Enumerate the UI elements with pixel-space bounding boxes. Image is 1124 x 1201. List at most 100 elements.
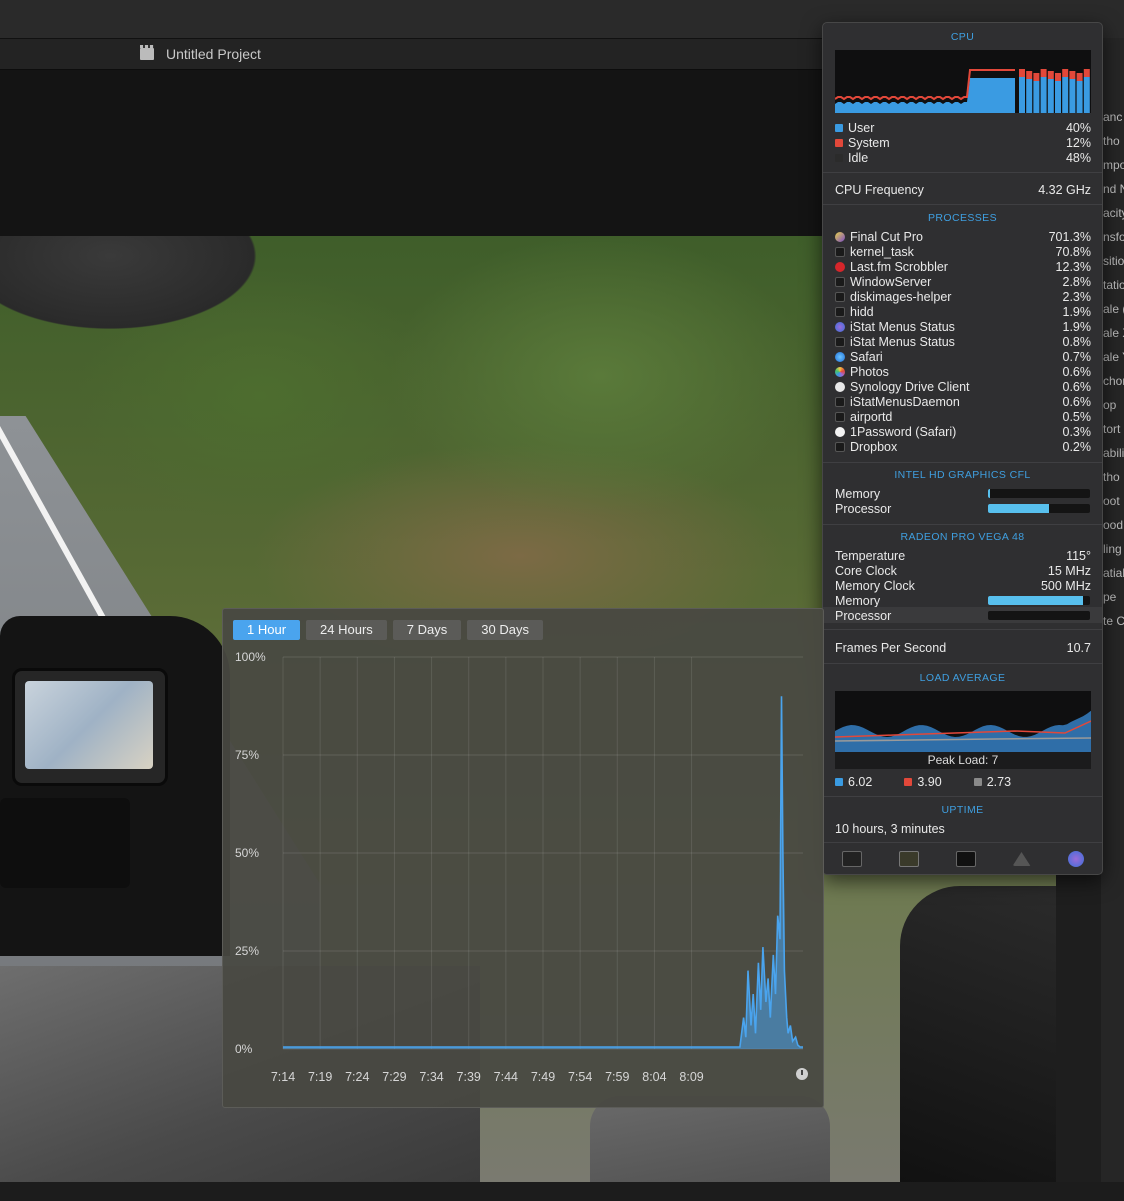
process-cpu-value: 0.8% bbox=[1062, 334, 1092, 349]
divider bbox=[823, 796, 1102, 797]
process-name: Safari bbox=[850, 349, 883, 364]
process-name: Dropbox bbox=[850, 439, 898, 454]
load-1min-swatch bbox=[835, 777, 843, 786]
divider bbox=[823, 629, 1102, 630]
load-15min-value: 2.73 bbox=[986, 774, 1012, 789]
process-row[interactable]: 1Password (Safari) 0.3% bbox=[835, 424, 1091, 439]
process-name: 1Password (Safari) bbox=[850, 424, 957, 439]
inspector-label: oot bbox=[1103, 494, 1120, 508]
process-cpu-value: 1.9% bbox=[1062, 319, 1092, 334]
radeon-processor-bar bbox=[988, 611, 1090, 620]
inspector-label: op bbox=[1103, 398, 1117, 412]
bottom-bar bbox=[0, 1182, 1124, 1201]
project-header[interactable]: Untitled Project bbox=[140, 45, 261, 62]
divider bbox=[823, 172, 1102, 173]
generic-process-icon bbox=[835, 411, 845, 422]
inspector-label: ood bbox=[1103, 518, 1124, 532]
process-row[interactable]: kernel_task 70.8% bbox=[835, 244, 1091, 259]
process-row[interactable]: hidd 1.9% bbox=[835, 304, 1091, 319]
process-row[interactable]: Final Cut Pro 701.3% bbox=[835, 229, 1091, 244]
cpu-frequency-label: CPU Frequency bbox=[835, 182, 924, 197]
inspector-label: ale Y bbox=[1103, 350, 1124, 364]
process-row[interactable]: Synology Drive Client 0.6% bbox=[835, 379, 1091, 394]
cpu-legend-user: User 40% bbox=[835, 120, 1091, 135]
process-name: Synology Drive Client bbox=[850, 379, 970, 394]
gps-unit bbox=[12, 668, 168, 786]
process-row[interactable]: Photos 0.6% bbox=[835, 364, 1091, 379]
process-row[interactable]: Dropbox 0.2% bbox=[835, 439, 1091, 454]
temperature-label: Temperature bbox=[835, 548, 906, 563]
cpu-core-system-bar bbox=[1033, 73, 1040, 81]
istat-settings-icon[interactable] bbox=[1067, 851, 1084, 867]
peak-load-label: Peak Load: 7 bbox=[835, 752, 1091, 769]
process-row[interactable]: iStat Menus Status 1.9% bbox=[835, 319, 1091, 334]
intel-processor-fill bbox=[988, 504, 1050, 513]
intel-processor-label: Processor bbox=[835, 501, 892, 516]
process-row[interactable]: Last.fm Scrobbler 12.3% bbox=[835, 259, 1091, 274]
process-row[interactable]: iStat Menus Status 0.8% bbox=[835, 334, 1091, 349]
process-cpu-value: 70.8% bbox=[1055, 244, 1091, 259]
generic-process-icon bbox=[835, 291, 845, 302]
legend-value: 40% bbox=[1065, 120, 1091, 135]
inspector-label: tho bbox=[1103, 470, 1120, 484]
process-row[interactable]: Safari 0.7% bbox=[835, 349, 1091, 364]
cpu-usage-graph bbox=[835, 50, 1091, 113]
cpu-core-bar bbox=[1033, 81, 1040, 113]
inspector-label: tho bbox=[1103, 134, 1120, 148]
radeon-processor-label: Processor bbox=[835, 608, 892, 623]
activity-monitor-icon[interactable] bbox=[841, 851, 862, 867]
inspector-label: mpo bbox=[1103, 158, 1124, 172]
intel-memory-label: Memory bbox=[835, 486, 881, 501]
divider bbox=[823, 462, 1102, 463]
process-name: Photos bbox=[850, 364, 889, 379]
legend-value: 48% bbox=[1065, 150, 1091, 165]
load-1min-value: 6.02 bbox=[848, 774, 873, 789]
process-cpu-value: 0.6% bbox=[1062, 364, 1092, 379]
load-average-title: LOAD AVERAGE bbox=[919, 672, 1006, 684]
process-cpu-value: 2.3% bbox=[1062, 289, 1092, 304]
memory-clock-label: Memory Clock bbox=[835, 578, 915, 593]
process-row[interactable]: WindowServer 2.8% bbox=[835, 274, 1091, 289]
process-name: WindowServer bbox=[850, 274, 932, 289]
istat-toolbar bbox=[823, 842, 1102, 875]
inspector-label: anc bbox=[1103, 110, 1123, 124]
generic-process-icon bbox=[835, 336, 845, 347]
system-swatch bbox=[835, 138, 843, 147]
synology-icon bbox=[835, 381, 845, 392]
cpu-history-window: 1 Hour 24 Hours 7 Days 30 Days 100% 75% 50… bbox=[222, 608, 824, 1108]
inspector-label: te C bbox=[1103, 614, 1124, 628]
legend-label: User bbox=[848, 120, 875, 135]
inspector-label: atial bbox=[1103, 566, 1124, 580]
inspector-label: acity bbox=[1103, 206, 1124, 220]
cpu-core-system-bar bbox=[1069, 71, 1076, 79]
cpu-frequency-value: 4.32 GHz bbox=[1038, 182, 1091, 197]
cpu-history-plot bbox=[282, 656, 803, 1050]
generic-process-icon bbox=[835, 276, 845, 287]
viewer-background bbox=[0, 70, 822, 236]
process-row[interactable]: diskimages-helper 2.3% bbox=[835, 289, 1091, 304]
inspector-label: chor bbox=[1103, 374, 1124, 388]
cpu-core-system-bar bbox=[1062, 69, 1069, 77]
inspector-strip: anc tho mpo nd N acity nsfo sitio tatio ale (ale… bbox=[1101, 38, 1124, 1201]
process-row[interactable]: airportd 0.5% bbox=[835, 409, 1091, 424]
inspector-label: nd N bbox=[1103, 182, 1124, 196]
fps-row: Frames Per Second 10.7 bbox=[835, 640, 1091, 655]
intel-memory-fill bbox=[988, 489, 991, 498]
fps-label: Frames Per Second bbox=[835, 640, 947, 655]
console-icon[interactable] bbox=[898, 851, 919, 867]
process-row[interactable]: iStatMenusDaemon 0.6% bbox=[835, 394, 1091, 409]
process-cpu-value: 0.5% bbox=[1062, 409, 1092, 424]
divider bbox=[823, 524, 1102, 525]
inspector-label: nsfo bbox=[1103, 230, 1124, 244]
user-swatch bbox=[835, 123, 843, 132]
terminal-icon[interactable] bbox=[955, 851, 976, 867]
process-name: iStatMenusDaemon bbox=[850, 394, 960, 409]
inspector-label: tatio bbox=[1103, 278, 1124, 292]
uptime-row: 10 hours, 3 minutes bbox=[835, 821, 1091, 836]
fps-value: 10.7 bbox=[1066, 640, 1091, 655]
radeon-temperature-row: Temperature 115° bbox=[835, 548, 1091, 563]
radeon-core-clock-row: Core Clock 15 MHz bbox=[835, 563, 1091, 578]
clock-icon[interactable] bbox=[796, 1068, 808, 1080]
cpu-core-system-bar bbox=[1019, 69, 1025, 77]
disk-utility-icon[interactable] bbox=[1012, 852, 1031, 866]
